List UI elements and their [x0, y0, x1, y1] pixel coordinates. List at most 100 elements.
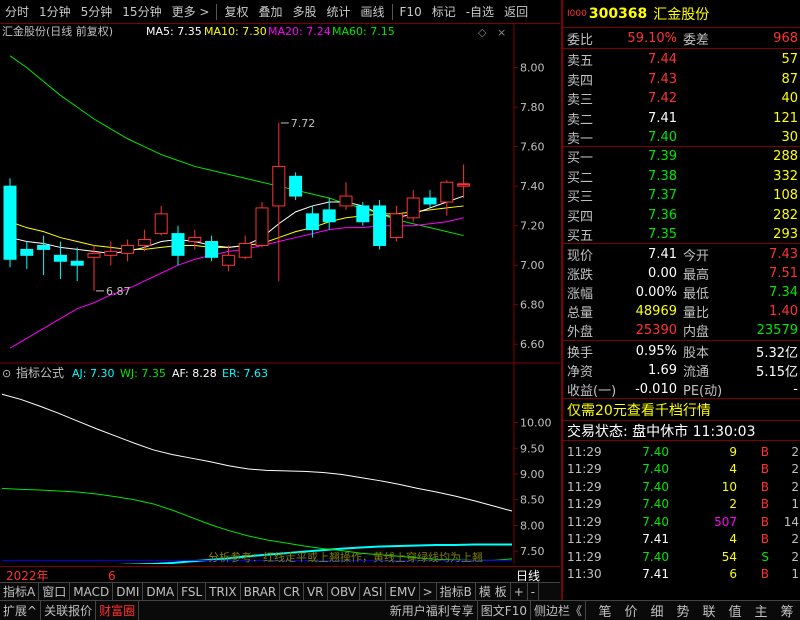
stat-value: -0.010 [635, 382, 677, 397]
toolbar-btn-1[interactable]: 1分钟 [34, 0, 76, 24]
indicator-chart[interactable]: ⊙ 指标公式 AJ: 7.30 WJ: 7.35 AF: 8.28 ER: 7.63 10.… [0, 364, 560, 564]
toolbar-separator [391, 3, 393, 20]
period-label[interactable]: 日线 [506, 567, 540, 584]
stat-label: 最高 [683, 268, 710, 283]
close-icon[interactable]: × [497, 26, 506, 39]
indicator-tab-5[interactable]: FSL [178, 582, 207, 601]
toolbar-btn-7[interactable]: 多股 [287, 0, 321, 24]
candle[interactable] [3, 178, 17, 268]
toolbar-btn-4[interactable]: 更多 > [167, 0, 215, 24]
toolbar-btn-5[interactable]: 复权 [219, 0, 253, 24]
candle-body [339, 195, 353, 207]
candle[interactable] [373, 200, 387, 250]
side-tool-0[interactable]: 笔 [592, 601, 618, 620]
indicator-y-tick: 7.50 [520, 545, 545, 558]
indicator-tab-3[interactable]: DMI [113, 582, 144, 601]
order-book-row: 买三 7.37 108 [563, 186, 800, 205]
main-kline-chart[interactable]: 汇金股份(日线 前复权) MA5: 7.35 MA10: 7.30 MA20: 7.2… [0, 24, 560, 364]
bottom-tab-3[interactable]: 新用户福利专享 [387, 600, 478, 620]
indicator-tab-9[interactable]: VR [304, 582, 328, 601]
toolbar-btn-9[interactable]: 画线 [356, 0, 390, 24]
side-tool-3[interactable]: 势 [670, 601, 696, 620]
tick-row: 11:29 7.41 4 B 2 [563, 531, 800, 548]
indicator-tab-17[interactable]: - [528, 582, 540, 601]
candle-body [20, 248, 34, 256]
tick-count: 14 [783, 514, 799, 529]
indicator-tab-6[interactable]: TRIX [206, 582, 241, 601]
toolbar-btn-2[interactable]: 5分钟 [76, 0, 118, 24]
bottom-tab-4[interactable]: 图文F10 [478, 600, 531, 620]
book-volume: 30 [781, 130, 798, 145]
toolbar-btn-8[interactable]: 统计 [322, 0, 356, 24]
stat-row: 外盘 25390 内盘 23579 [563, 321, 800, 340]
order-book-row: 买四 7.36 282 [563, 206, 800, 225]
indicator-tab-11[interactable]: ASI [360, 582, 387, 601]
indicator-tab-4[interactable]: DMA [143, 582, 179, 601]
side-tool-5[interactable]: 值 [722, 601, 748, 620]
indicator-y-tick: 10.00 [520, 417, 552, 430]
indicator-tab-10[interactable]: OBV [328, 582, 361, 601]
side-tool-2[interactable]: 细 [644, 601, 670, 620]
indicator-tab-14[interactable]: 指标B [437, 582, 476, 601]
indicator-tab-16[interactable]: + [511, 582, 528, 601]
main-chart-title: 汇金股份(日线 前复权) [2, 24, 113, 38]
er-label: ER: 7.63 [222, 367, 268, 380]
stat-row: 现价 7.41 今开 7.43 [563, 245, 800, 264]
candle[interactable] [289, 172, 303, 201]
side-tool-1[interactable]: 价 [618, 601, 644, 620]
indicator-tab-2[interactable]: MACD [70, 582, 114, 601]
book-price: 7.42 [648, 91, 677, 106]
book-label: 卖二 [567, 112, 594, 128]
toolbar-btn-11[interactable]: 标记 [427, 0, 461, 24]
tick-volume: 507 [714, 514, 737, 529]
indicator-tab-15[interactable]: 模 板 [476, 582, 511, 601]
indicator-tab-13[interactable]: > [420, 582, 437, 601]
toolbar: 分时 1分钟 5分钟 15分钟 更多 > 复权 叠加 多股 统计 画线 F10 标记 -自选 返回 [0, 0, 560, 24]
indicator-tab-8[interactable]: CR [280, 582, 304, 601]
toolbar-btn-3[interactable]: 15分钟 [117, 0, 166, 24]
bottom-tab-5[interactable]: 侧边栏《 [531, 600, 586, 620]
tick-time: 11:29 [567, 497, 602, 511]
diamond-icon[interactable]: ◇ [478, 26, 487, 39]
bottom-tab-2[interactable]: 财富圈 [96, 600, 140, 620]
indicator-tab-1[interactable]: 窗口 [39, 582, 71, 601]
toolbar-btn-0[interactable]: 分时 [0, 0, 34, 24]
indicator-tab-7[interactable]: BRAR [241, 582, 281, 601]
book-volume: 57 [781, 52, 798, 67]
side-tool-4[interactable]: 联 [696, 601, 722, 620]
low-label: 6.87 [106, 285, 131, 298]
bottom-tab-1[interactable]: 关联报价 [41, 600, 97, 620]
tick-side: B [760, 567, 769, 581]
tick-volume: 4 [729, 532, 737, 546]
tick-count: 2 [791, 462, 799, 476]
candle-body [238, 242, 252, 258]
book-price: 7.35 [648, 227, 677, 242]
stock-code: 300368 [588, 5, 648, 22]
indicator-tab-12[interactable]: EMV [386, 582, 420, 601]
bottom-tab-0[interactable]: 扩展^ [0, 600, 42, 620]
candle-body [188, 237, 202, 243]
tick-side: B [760, 444, 769, 459]
toolbar-btn-12[interactable]: -自选 [461, 0, 499, 24]
stat-value: 0.95% [635, 344, 677, 359]
toolbar-btn-13[interactable]: 返回 [499, 0, 533, 24]
stat-value: 5.15亿 [756, 365, 798, 380]
candle-body [87, 252, 101, 258]
tick-count: 2 [791, 532, 799, 546]
candle-body [356, 205, 370, 223]
toolbar-btn-10[interactable]: F10 [395, 0, 427, 24]
side-tool-7[interactable]: 筹 [774, 601, 800, 620]
candle[interactable] [356, 201, 370, 226]
indicator-tab-0[interactable]: 指标A [0, 582, 40, 601]
order-book-row: 卖三 7.42 40 [563, 89, 800, 108]
promo-link[interactable]: 仅需20元查看千档行情 [563, 400, 800, 419]
indicator-menu-icon[interactable]: ⊙ [2, 367, 11, 380]
side-tool-6[interactable]: 主 [748, 601, 774, 620]
stat-label: 换手 [567, 346, 594, 361]
toolbar-btn-6[interactable]: 叠加 [253, 0, 287, 24]
high-label: 7.72 [291, 117, 316, 130]
book-price: 7.44 [648, 52, 677, 67]
stat-row: 涨跌 0.00 最高 7.51 [563, 264, 800, 283]
candle[interactable] [255, 201, 269, 248]
book-price: 7.43 [648, 71, 677, 87]
